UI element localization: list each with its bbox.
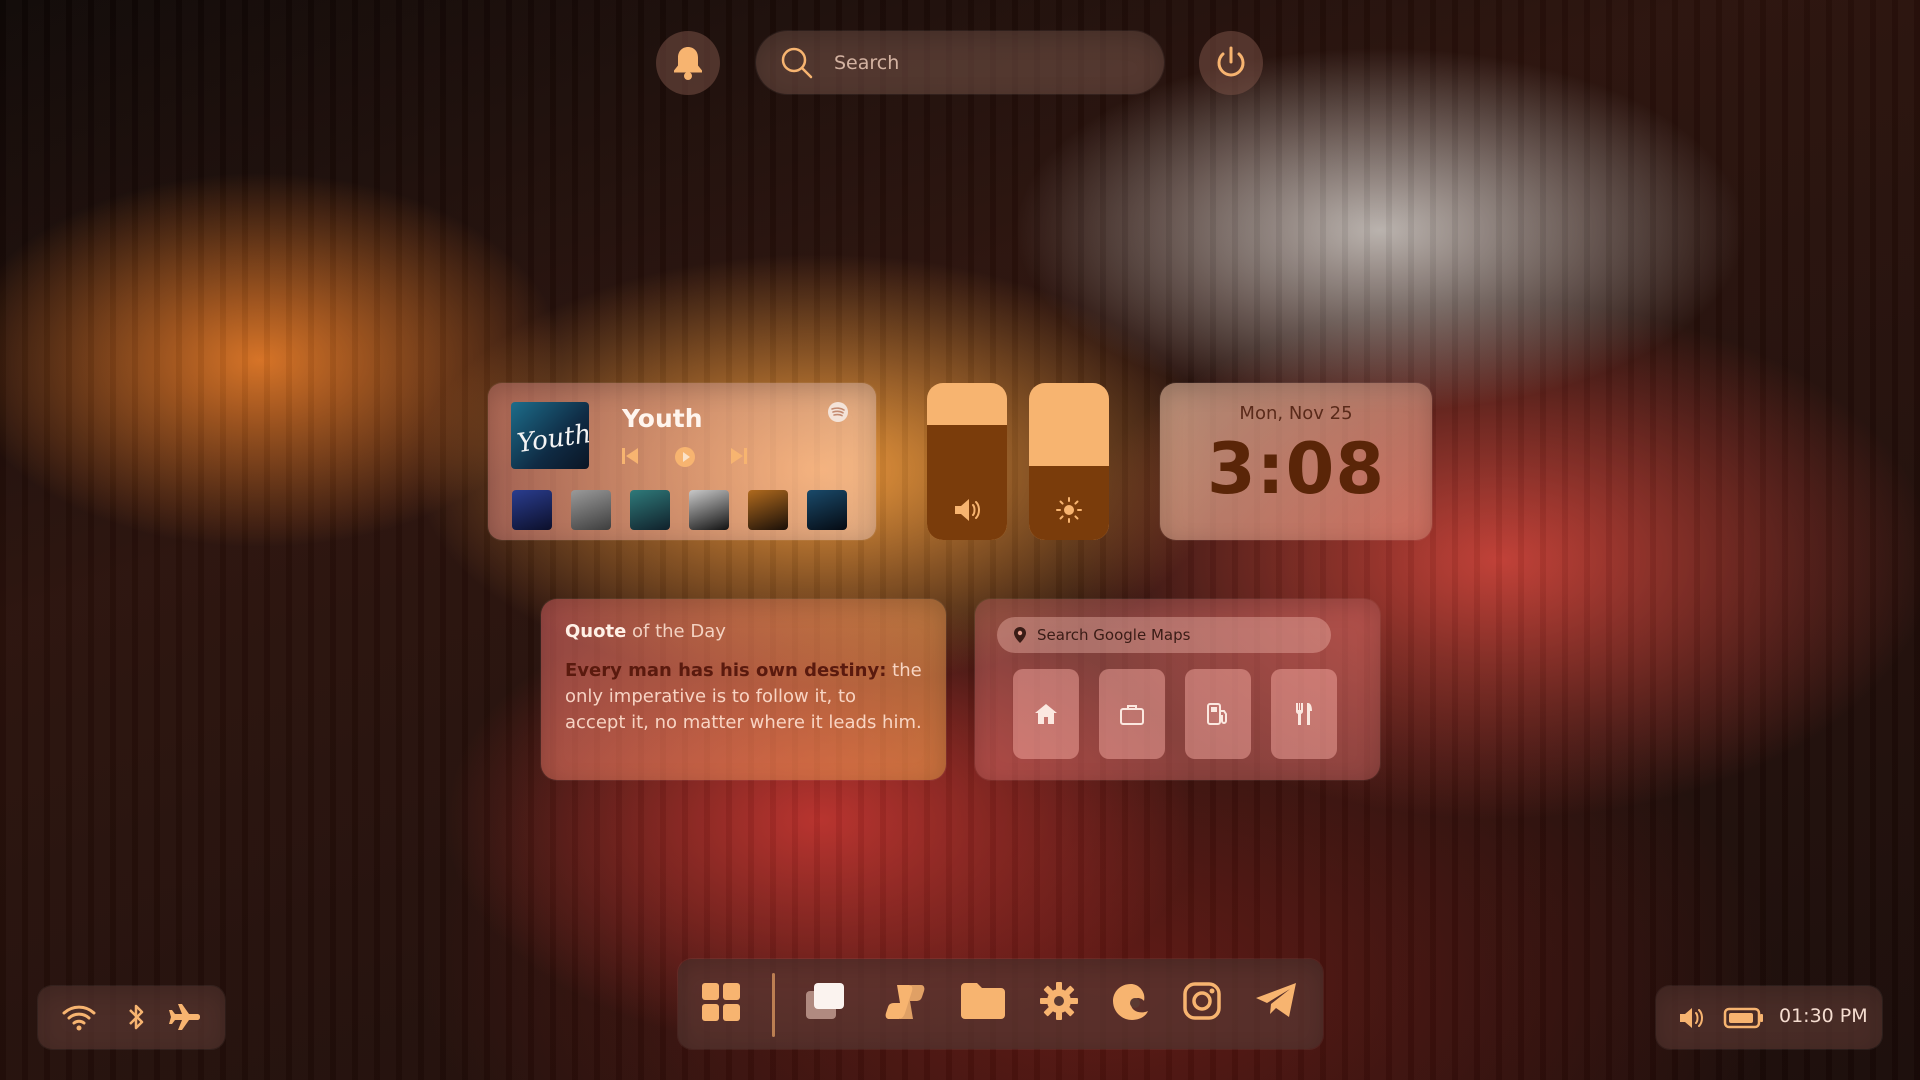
quote-heading-bold: Quote bbox=[565, 621, 627, 642]
dock-separator bbox=[772, 973, 775, 1037]
restaurant-icon bbox=[1292, 701, 1316, 727]
playlist-thumb[interactable] bbox=[630, 490, 670, 530]
battery-icon[interactable] bbox=[1723, 1007, 1765, 1029]
gas-station-icon bbox=[1205, 701, 1231, 727]
maps-restaurant-button[interactable] bbox=[1271, 669, 1337, 759]
airplane-mode-icon[interactable] bbox=[168, 1002, 202, 1032]
quote-text: Every man has his own destiny: the only … bbox=[565, 658, 922, 736]
maps-work-button[interactable] bbox=[1099, 669, 1165, 759]
search-icon bbox=[780, 46, 814, 80]
album-art-text: Youth bbox=[515, 418, 589, 460]
tray-status: 01:30 PM bbox=[1656, 986, 1882, 1049]
clock-widget: Mon, Nov 25 3:08 bbox=[1160, 383, 1432, 540]
wallpaper bbox=[0, 0, 1920, 1080]
power-icon bbox=[1213, 45, 1249, 81]
maps-widget: Search Google Maps bbox=[975, 599, 1380, 780]
quote-heading: Quote of the Day bbox=[565, 621, 922, 642]
edge-icon[interactable] bbox=[1110, 981, 1152, 1023]
playlist-thumb[interactable] bbox=[512, 490, 552, 530]
play-icon[interactable] bbox=[674, 446, 696, 468]
next-icon[interactable] bbox=[730, 446, 748, 466]
telegram-icon[interactable] bbox=[1254, 981, 1298, 1019]
quote-widget: Quote of the Day Every man has his own d… bbox=[541, 599, 946, 780]
music-widget: Youth Youth bbox=[488, 383, 876, 540]
taskbar-dock bbox=[678, 959, 1323, 1049]
quote-bold-text: Every man has his own destiny: bbox=[565, 660, 887, 681]
volume-slider[interactable] bbox=[927, 383, 1007, 540]
spotify-icon[interactable] bbox=[827, 401, 849, 423]
wifi-icon[interactable] bbox=[62, 1003, 96, 1031]
maps-home-button[interactable] bbox=[1013, 669, 1079, 759]
clock-time: 3:08 bbox=[1206, 428, 1386, 510]
brightness-icon bbox=[1029, 496, 1109, 524]
playlist-thumb[interactable] bbox=[571, 490, 611, 530]
playlist-thumbnails bbox=[512, 490, 847, 530]
location-pin-icon bbox=[1013, 626, 1027, 644]
album-art[interactable]: Youth bbox=[511, 402, 589, 469]
home-icon bbox=[1033, 702, 1059, 726]
copilot-icon[interactable] bbox=[883, 981, 927, 1023]
volume-icon[interactable] bbox=[1678, 1005, 1706, 1031]
bluetooth-icon[interactable] bbox=[126, 1002, 146, 1032]
tray-clock: 01:30 PM bbox=[1779, 1005, 1868, 1027]
folder-icon[interactable] bbox=[959, 981, 1007, 1021]
maps-search-input[interactable]: Search Google Maps bbox=[997, 617, 1331, 653]
brightness-slider[interactable] bbox=[1029, 383, 1109, 540]
playlist-thumb[interactable] bbox=[807, 490, 847, 530]
search-placeholder: Search bbox=[834, 51, 900, 74]
power-button[interactable] bbox=[1199, 31, 1263, 95]
song-title: Youth bbox=[622, 404, 703, 433]
notifications-button[interactable] bbox=[656, 31, 720, 95]
briefcase-icon bbox=[1119, 702, 1145, 726]
windows-start-icon[interactable] bbox=[700, 981, 742, 1023]
previous-icon[interactable] bbox=[621, 446, 639, 466]
search-bar[interactable]: Search bbox=[756, 31, 1164, 94]
task-view-icon[interactable] bbox=[804, 981, 848, 1023]
maps-search-placeholder: Search Google Maps bbox=[1037, 626, 1191, 644]
clock-date: Mon, Nov 25 bbox=[1239, 403, 1353, 424]
bell-icon bbox=[671, 45, 705, 81]
settings-icon[interactable] bbox=[1039, 981, 1079, 1021]
tray-quick-settings bbox=[38, 986, 225, 1049]
maps-gas-button[interactable] bbox=[1185, 669, 1251, 759]
instagram-icon[interactable] bbox=[1182, 981, 1222, 1021]
playlist-thumb[interactable] bbox=[689, 490, 729, 530]
quote-heading-rest: of the Day bbox=[626, 621, 726, 642]
playlist-thumb[interactable] bbox=[748, 490, 788, 530]
volume-icon bbox=[927, 496, 1007, 524]
